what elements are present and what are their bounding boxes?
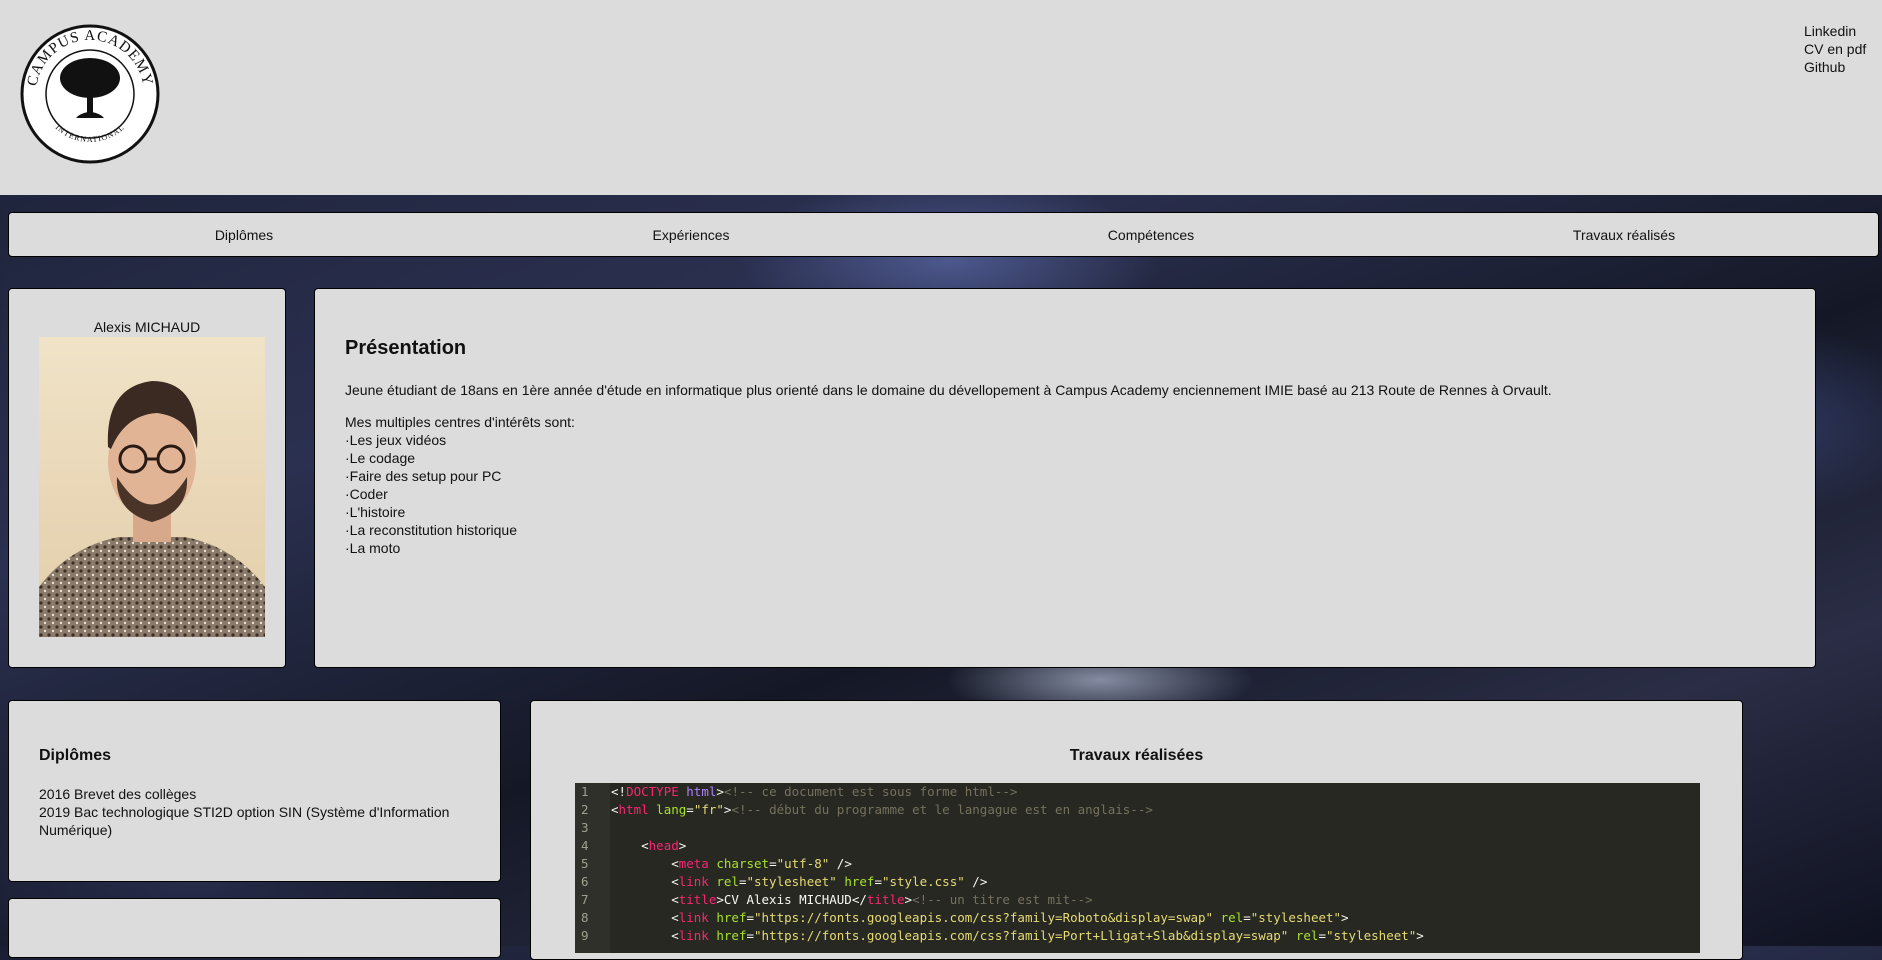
nav-item-travaux[interactable]: Travaux réalisés [1573,227,1675,243]
cv-pdf-link[interactable]: CV en pdf [1804,40,1866,58]
line-number: 1 [581,784,589,799]
presentation-text: Jeune étudiant de 18ans en 1ère année d'… [345,381,1552,557]
line-number: 7 [581,892,589,907]
profile-photo [39,337,265,637]
line-number: 6 [581,874,589,889]
diplome-item: 2016 Brevet des collèges [39,786,197,802]
profile-name: Alexis MICHAUD [93,319,201,335]
profile-card: Alexis MICHAUD [8,288,286,668]
line-number: 2 [581,802,589,817]
interest-item: ·Le codage [345,450,416,466]
travaux-card: Travaux réalisées 1 2 3 4 5 6 7 8 9 <!DO… [530,700,1743,960]
line-number: 9 [581,928,589,943]
line-number: 3 [581,820,589,835]
presentation-card: Présentation Jeune étudiant de 18ans en … [314,288,1816,668]
github-link[interactable]: Github [1804,58,1866,76]
interest-item: ·L'histoire [345,504,406,520]
presentation-intro: Jeune étudiant de 18ans en 1ère année d'… [345,382,1552,398]
line-number: 5 [581,856,589,871]
code-block[interactable]: 1 2 3 4 5 6 7 8 9 <!DOCTYPE html><!-- ce… [575,783,1700,953]
nav-item-diplomes[interactable]: Diplômes [215,227,273,243]
linkedin-link[interactable]: Linkedin [1804,22,1866,40]
presentation-title: Présentation [345,337,467,359]
header-links: Linkedin CV en pdf Github [1804,22,1866,76]
diplome-item: 2019 Bac technologique STI2D option SIN … [39,804,450,838]
nav-item-experiences[interactable]: Expériences [652,227,729,243]
page-header: CAMPUS ACADEMY INTERNATIONAL Linkedin CV… [0,0,1882,195]
travaux-title: Travaux réalisées [1069,747,1204,764]
next-card [8,898,501,958]
diplomes-title: Diplômes [39,747,112,764]
diplomes-card: Diplômes 2016 Brevet des collèges 2019 B… [8,700,501,882]
interest-item: ·La moto [345,540,401,556]
campus-academy-logo[interactable]: CAMPUS ACADEMY INTERNATIONAL [20,20,160,168]
interest-item: ·Coder [345,486,388,502]
line-number: 8 [581,910,589,925]
main-nav: Diplômes Expériences Compétences Travaux… [8,212,1879,257]
interests-heading: Mes multiples centres d'intérêts sont: [345,414,575,430]
interest-item: ·La reconstitution historique [345,522,517,538]
interest-item: ·Faire des setup pour PC [345,468,502,484]
interest-item: ·Les jeux vidéos [345,432,447,448]
code-lines: <!DOCTYPE html><!-- ce document est sous… [611,784,1424,943]
diplomes-list: 2016 Brevet des collèges 2019 Bac techno… [39,785,479,839]
code-line-numbers: 1 2 3 4 5 6 7 8 9 [575,783,610,953]
line-number: 4 [581,838,589,853]
nav-item-competences[interactable]: Compétences [1108,227,1194,243]
